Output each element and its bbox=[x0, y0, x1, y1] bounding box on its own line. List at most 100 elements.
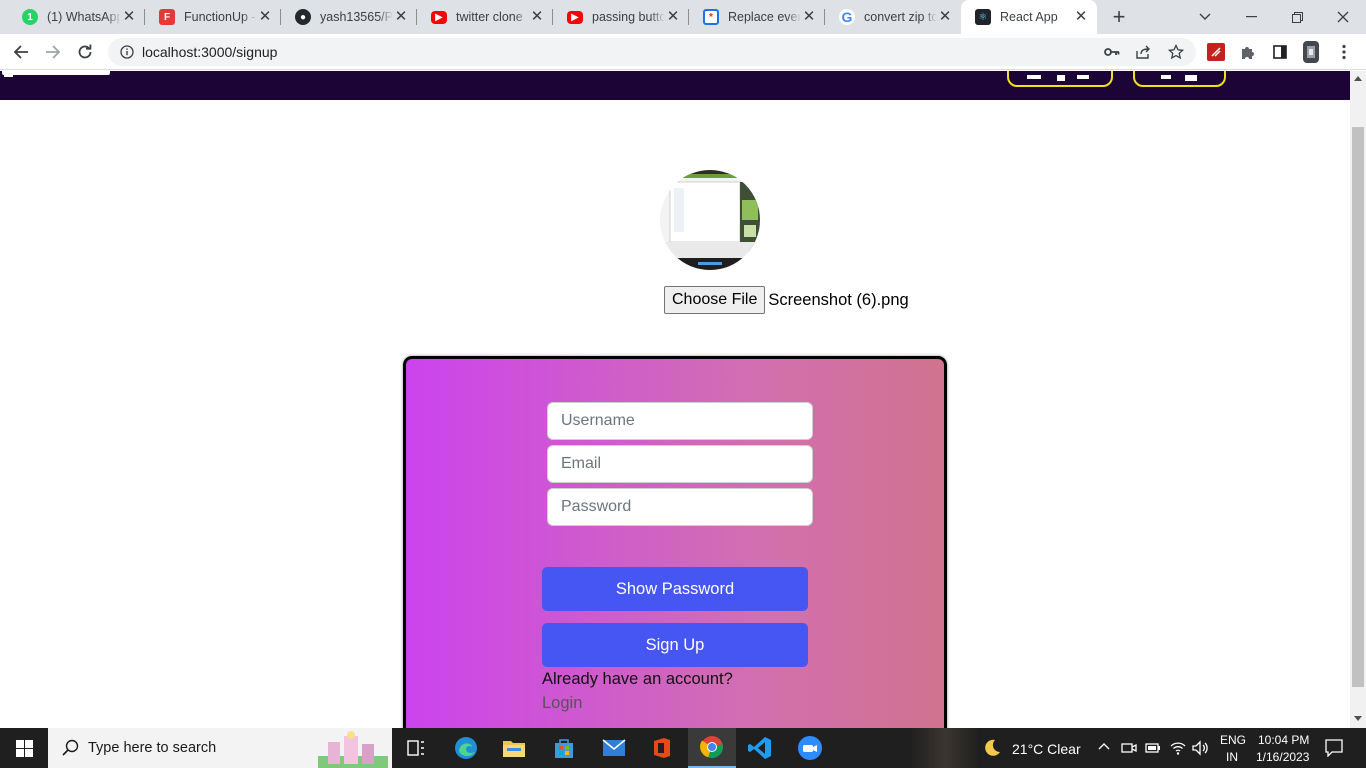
close-window-button[interactable] bbox=[1320, 0, 1366, 34]
language-region[interactable]: IN bbox=[1226, 750, 1238, 764]
clock-time[interactable]: 10:04 PM bbox=[1258, 733, 1309, 747]
browser-toolbar: localhost:3000/signup bbox=[0, 34, 1366, 70]
vscode-icon[interactable] bbox=[736, 728, 784, 768]
moon-weather-icon bbox=[985, 739, 1000, 756]
chrome-menu-icon[interactable] bbox=[1335, 43, 1353, 61]
page-scrollbar[interactable] bbox=[1350, 71, 1366, 728]
address-bar[interactable]: localhost:3000/signup bbox=[108, 38, 1196, 66]
windows-taskbar: Type here to search 21°C Clear ENG IN 10… bbox=[0, 728, 1366, 768]
tab-title: Replace every bbox=[728, 10, 801, 24]
edge-browser-icon[interactable] bbox=[442, 728, 490, 768]
scroll-down-icon[interactable] bbox=[1354, 716, 1362, 721]
wifi-icon[interactable] bbox=[1170, 740, 1186, 756]
profile-avatar-icon[interactable] bbox=[1303, 41, 1319, 63]
minimize-button[interactable] bbox=[1228, 0, 1274, 34]
tab-replace-every[interactable]: * Replace every ✕ bbox=[689, 0, 825, 34]
show-password-button[interactable]: Show Password bbox=[542, 567, 808, 611]
have-account-text: Already have an account? bbox=[542, 670, 733, 688]
mail-icon[interactable] bbox=[590, 728, 638, 768]
navbar-login-button[interactable] bbox=[1133, 71, 1226, 87]
file-upload-row: Choose File Screenshot (6).png bbox=[664, 286, 909, 314]
tab-title: (1) WhatsApp bbox=[47, 10, 121, 24]
file-explorer-icon[interactable] bbox=[490, 728, 538, 768]
sign-up-button[interactable]: Sign Up bbox=[542, 623, 808, 667]
google-icon: G bbox=[839, 9, 855, 25]
functionup-icon: F bbox=[159, 9, 175, 25]
chrome-taskbar-icon[interactable] bbox=[688, 728, 736, 768]
tab-functionup[interactable]: F FunctionUp - ✕ bbox=[145, 0, 281, 34]
extensions-puzzle-icon[interactable] bbox=[1239, 43, 1257, 61]
extension-red-icon[interactable] bbox=[1207, 43, 1225, 61]
forward-button[interactable] bbox=[38, 37, 68, 67]
tab-react-app[interactable]: ⚛ React App ✕ bbox=[961, 0, 1097, 34]
scroll-up-icon[interactable] bbox=[1354, 76, 1362, 81]
reload-button[interactable] bbox=[70, 37, 100, 67]
tab-title: convert zip to bbox=[864, 10, 937, 24]
meet-now-icon[interactable] bbox=[1121, 740, 1137, 756]
zoom-icon[interactable] bbox=[786, 728, 834, 768]
tab-twitter-clone[interactable]: ▶ twitter clone ✕ bbox=[417, 0, 553, 34]
clock-date[interactable]: 1/16/2023 bbox=[1256, 750, 1309, 764]
signup-card: Show Password Sign Up Already have an ac… bbox=[403, 356, 947, 728]
site-navbar bbox=[0, 71, 1350, 100]
weather-text[interactable]: 21°C Clear bbox=[1012, 741, 1081, 757]
tab-convert-zip[interactable]: G convert zip to ✕ bbox=[825, 0, 961, 34]
notifications-icon[interactable] bbox=[1325, 739, 1343, 757]
github-icon: ● bbox=[295, 9, 311, 25]
windows-start-button[interactable] bbox=[0, 728, 48, 768]
url-text[interactable]: localhost:3000/signup bbox=[142, 44, 277, 60]
profile-image-preview bbox=[660, 170, 760, 270]
language-code[interactable]: ENG bbox=[1220, 733, 1246, 747]
bookmark-star-icon[interactable] bbox=[1167, 43, 1185, 61]
close-tab-icon[interactable]: ✕ bbox=[393, 9, 409, 25]
whatsapp-icon: 1 bbox=[22, 9, 38, 25]
volume-icon[interactable] bbox=[1192, 740, 1210, 756]
site-info-icon[interactable] bbox=[118, 43, 136, 61]
back-button[interactable] bbox=[6, 37, 36, 67]
tab-whatsapp[interactable]: 1 (1) WhatsApp ✕ bbox=[8, 0, 145, 34]
office-icon[interactable] bbox=[638, 728, 686, 768]
email-input[interactable] bbox=[547, 445, 813, 483]
taskbar-search-box[interactable]: Type here to search bbox=[48, 728, 392, 768]
password-input[interactable] bbox=[547, 488, 813, 526]
tab-github[interactable]: ● yash13565/Pr ✕ bbox=[281, 0, 417, 34]
navbar-signup-button[interactable] bbox=[1007, 71, 1113, 87]
background-photo-strip bbox=[910, 728, 980, 768]
close-tab-icon[interactable]: ✕ bbox=[665, 9, 681, 25]
youtube-icon: ▶ bbox=[567, 10, 583, 24]
tab-title: FunctionUp - bbox=[184, 10, 256, 24]
share-icon[interactable] bbox=[1135, 43, 1153, 61]
close-tab-icon[interactable]: ✕ bbox=[1073, 9, 1089, 25]
login-link[interactable]: Login bbox=[542, 694, 582, 713]
close-tab-icon[interactable]: ✕ bbox=[801, 9, 817, 25]
choose-file-button[interactable]: Choose File bbox=[664, 286, 766, 314]
search-icon bbox=[62, 739, 79, 756]
selected-file-name: Screenshot (6).png bbox=[768, 290, 909, 309]
brand-logo-text bbox=[0, 71, 112, 93]
search-placeholder: Type here to search bbox=[88, 740, 217, 756]
close-tab-icon[interactable]: ✕ bbox=[257, 9, 273, 25]
browser-tab-strip: 1 (1) WhatsApp ✕ F FunctionUp - ✕ ● yash… bbox=[0, 0, 1366, 34]
close-tab-icon[interactable]: ✕ bbox=[529, 9, 545, 25]
windows-logo-icon bbox=[15, 739, 33, 757]
tray-overflow-icon[interactable] bbox=[1098, 742, 1110, 750]
page-viewport: Choose File Screenshot (6).png Show Pass… bbox=[0, 71, 1350, 728]
tab-passing-button[interactable]: ▶ passing butto ✕ bbox=[553, 0, 689, 34]
side-panel-icon[interactable] bbox=[1271, 43, 1289, 61]
username-input[interactable] bbox=[547, 402, 813, 440]
scrollbar-thumb[interactable] bbox=[1352, 127, 1364, 687]
task-view-icon[interactable] bbox=[392, 728, 440, 768]
tab-title: yash13565/Pr bbox=[320, 10, 393, 24]
restore-button[interactable] bbox=[1274, 0, 1320, 34]
tab-search-icon[interactable] bbox=[1182, 0, 1228, 34]
search-highlight-illustration-icon bbox=[318, 731, 388, 768]
replace-icon: * bbox=[703, 9, 719, 25]
tab-title: React App bbox=[1000, 10, 1058, 24]
close-tab-icon[interactable]: ✕ bbox=[121, 9, 137, 25]
close-tab-icon[interactable]: ✕ bbox=[937, 9, 953, 25]
new-tab-button[interactable]: + bbox=[1098, 0, 1140, 34]
battery-icon[interactable] bbox=[1145, 741, 1161, 755]
microsoft-store-icon[interactable] bbox=[540, 728, 588, 768]
key-icon[interactable] bbox=[1103, 43, 1121, 61]
tab-title: passing butto bbox=[592, 10, 665, 24]
